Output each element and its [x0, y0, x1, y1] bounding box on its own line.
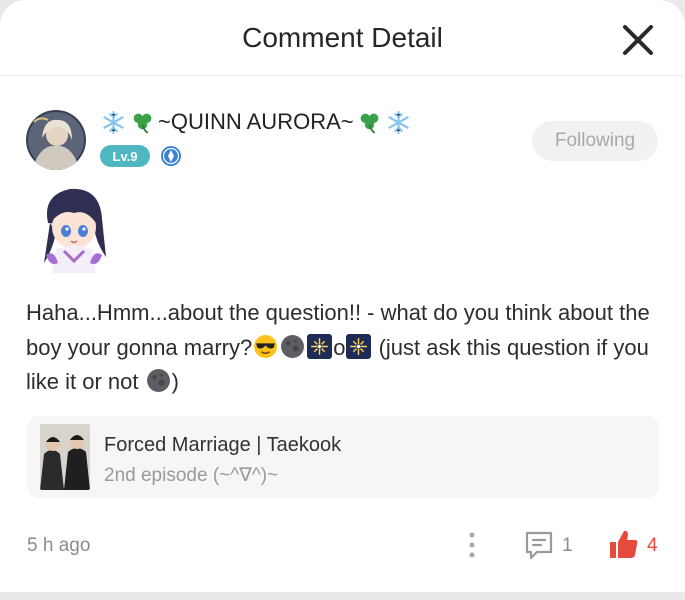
snowflake-icon	[103, 110, 124, 134]
reply-count: 1	[562, 535, 573, 556]
anime-sticker	[44, 188, 106, 273]
level-badge: Lv.9	[100, 145, 150, 167]
comment-text-part: )	[171, 369, 179, 394]
thumbs-up-icon	[610, 530, 638, 558]
snowflake-icon	[388, 110, 409, 134]
like-button[interactable]: 4	[607, 527, 667, 561]
comment-text: Haha...Hmm...about the question!! - what…	[26, 296, 666, 400]
story-episode: 2nd episode (~^∇^)~	[104, 465, 279, 486]
comment-text-part: o	[333, 334, 346, 360]
comment-detail-sheet: Comment Detail ~QUINN AURORA~ Lv.9 Follo…	[0, 0, 685, 592]
header: Comment Detail	[0, 0, 685, 76]
username-text: ~QUINN AURORA~	[158, 109, 354, 134]
story-title: Forced Marriage | Taekook	[104, 434, 342, 456]
fireworks-emoji-icon	[307, 333, 333, 359]
username[interactable]: ~QUINN AURORA~	[100, 109, 412, 135]
fireworks-emoji-icon	[346, 333, 372, 359]
following-button[interactable]: Following	[532, 121, 658, 161]
like-count: 4	[647, 535, 658, 556]
comment-timestamp: 5 h ago	[27, 535, 91, 556]
story-cover	[40, 424, 90, 490]
role-badge-icon	[161, 146, 181, 166]
clover-icon	[360, 113, 378, 134]
comment-bubble-icon	[525, 531, 553, 560]
clover-icon	[133, 113, 152, 134]
reply-button[interactable]: 1	[522, 528, 582, 562]
avatar-image	[26, 110, 86, 170]
new-moon-emoji-icon	[281, 334, 305, 358]
more-options-button[interactable]	[462, 530, 482, 560]
close-icon	[623, 25, 653, 55]
page-title: Comment Detail	[242, 22, 443, 53]
more-vertical-icon	[469, 532, 475, 558]
avatar[interactable]	[26, 110, 86, 170]
story-link-card[interactable]: Forced Marriage | Taekook 2nd episode (~…	[27, 416, 659, 498]
sunglasses-emoji-icon	[254, 334, 278, 358]
close-button[interactable]	[618, 20, 658, 60]
new-moon-emoji-icon	[146, 369, 170, 392]
